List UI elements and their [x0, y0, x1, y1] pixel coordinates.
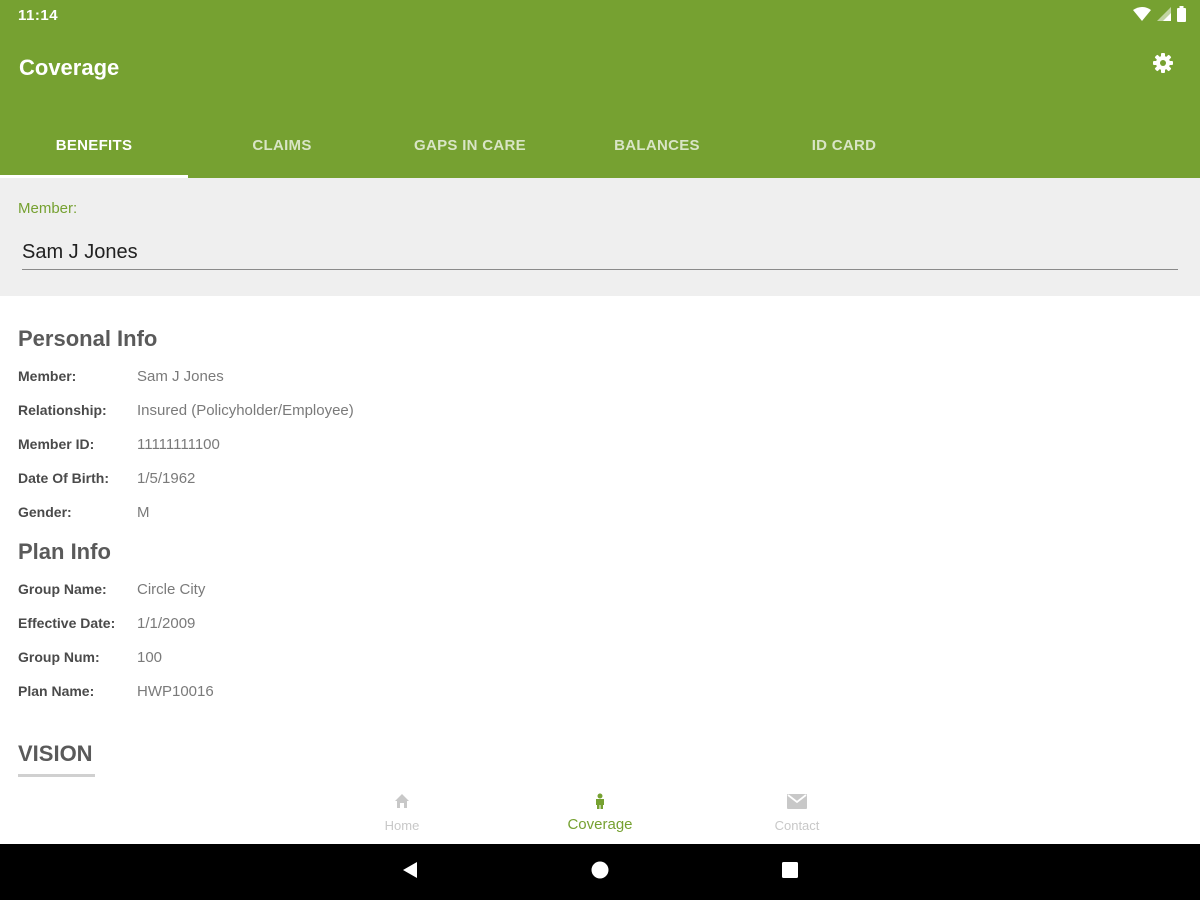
system-navigation-bar [0, 844, 1200, 900]
tab-label: CLAIMS [252, 136, 312, 154]
battery-icon [1177, 5, 1186, 27]
back-button[interactable] [396, 858, 424, 886]
row-value: Circle City [137, 581, 206, 598]
tab-label: GAPS IN CARE [414, 136, 526, 154]
home-icon [394, 790, 410, 812]
info-row-gender: Gender: M [18, 504, 618, 526]
member-selector-label: Member: [18, 200, 78, 217]
bottom-navigation: Home Coverage Contact [0, 782, 1200, 844]
info-row-relationship: Relationship: Insured (Policyholder/Empl… [18, 402, 618, 424]
row-label: Group Name: [18, 581, 107, 597]
nav-label: Coverage [567, 816, 633, 833]
status-bar: 11:14 [0, 0, 1200, 32]
row-value: 1/1/2009 [137, 615, 196, 632]
row-label: Plan Name: [18, 683, 95, 699]
row-label: Gender: [18, 504, 72, 520]
row-label: Effective Date: [18, 615, 116, 631]
row-value: M [137, 504, 150, 521]
app-bar: 11:14 Coverage BENEFITS CLAIMS GAPS IN C… [0, 0, 1200, 178]
info-row-group-num: Group Num: 100 [18, 649, 618, 671]
nav-home[interactable]: Home [342, 790, 462, 840]
personal-info-heading: Personal Info [18, 326, 158, 351]
wifi-icon [1133, 6, 1151, 26]
member-selector-section: Member: Sam J Jones [0, 178, 1200, 296]
row-value: 11111111100 [137, 436, 220, 453]
nav-coverage[interactable]: Coverage [540, 790, 660, 840]
member-dropdown-value: Sam J Jones [22, 241, 138, 263]
info-row-member-id: Member ID: 11111111100 [18, 436, 618, 458]
nav-label: Home [384, 818, 420, 833]
settings-button[interactable] [1149, 51, 1177, 79]
tab-label: BENEFITS [55, 136, 133, 154]
home-circle-icon [591, 861, 609, 884]
row-value: Sam J Jones [137, 368, 224, 385]
back-triangle-icon [401, 861, 419, 884]
vision-underline [18, 774, 95, 777]
signal-icon [1157, 6, 1171, 26]
row-label: Group Num: [18, 649, 100, 665]
nav-label: Contact [774, 818, 820, 833]
status-icons [1133, 5, 1186, 27]
member-dropdown[interactable]: Sam J Jones [22, 236, 1178, 270]
tab-label: BALANCES [614, 136, 700, 154]
status-time: 11:14 [18, 7, 59, 24]
plan-info-heading: Plan Info [18, 539, 111, 564]
tab-label: ID CARD [811, 136, 877, 154]
row-value: 100 [137, 649, 163, 666]
row-value: Insured (Policyholder/Employee) [137, 402, 354, 419]
recents-button[interactable] [776, 858, 804, 886]
row-value: 1/5/1962 [137, 470, 196, 487]
tab-bar: BENEFITS CLAIMS GAPS IN CARE BALANCES ID… [0, 112, 1200, 178]
info-row-plan-name: Plan Name: HWP10016 [18, 683, 618, 705]
nav-contact[interactable]: Contact [737, 790, 857, 840]
coverage-icon [594, 790, 606, 812]
vision-section-header[interactable]: VISION [18, 741, 93, 767]
mail-icon [787, 790, 807, 812]
info-row-effective-date: Effective Date: 1/1/2009 [18, 615, 618, 637]
row-label: Member ID: [18, 436, 95, 452]
row-label: Date Of Birth: [18, 470, 109, 486]
tab-benefits[interactable]: BENEFITS [0, 112, 188, 178]
row-value: HWP10016 [137, 683, 214, 700]
info-row-date-of-birth: Date Of Birth: 1/5/1962 [18, 470, 618, 492]
recents-square-icon [781, 861, 799, 884]
row-label: Member: [18, 368, 77, 384]
tab-claims[interactable]: CLAIMS [188, 112, 376, 178]
gear-icon [1153, 52, 1173, 78]
tab-balances[interactable]: BALANCES [563, 112, 751, 178]
row-label: Relationship: [18, 402, 107, 418]
page-title: Coverage [19, 55, 120, 80]
tab-gaps-in-care[interactable]: GAPS IN CARE [376, 112, 564, 178]
info-row-group-name: Group Name: Circle City [18, 581, 618, 603]
tab-id-card[interactable]: ID CARD [750, 112, 938, 178]
home-system-button[interactable] [586, 858, 614, 886]
info-row-member: Member: Sam J Jones [18, 368, 618, 390]
